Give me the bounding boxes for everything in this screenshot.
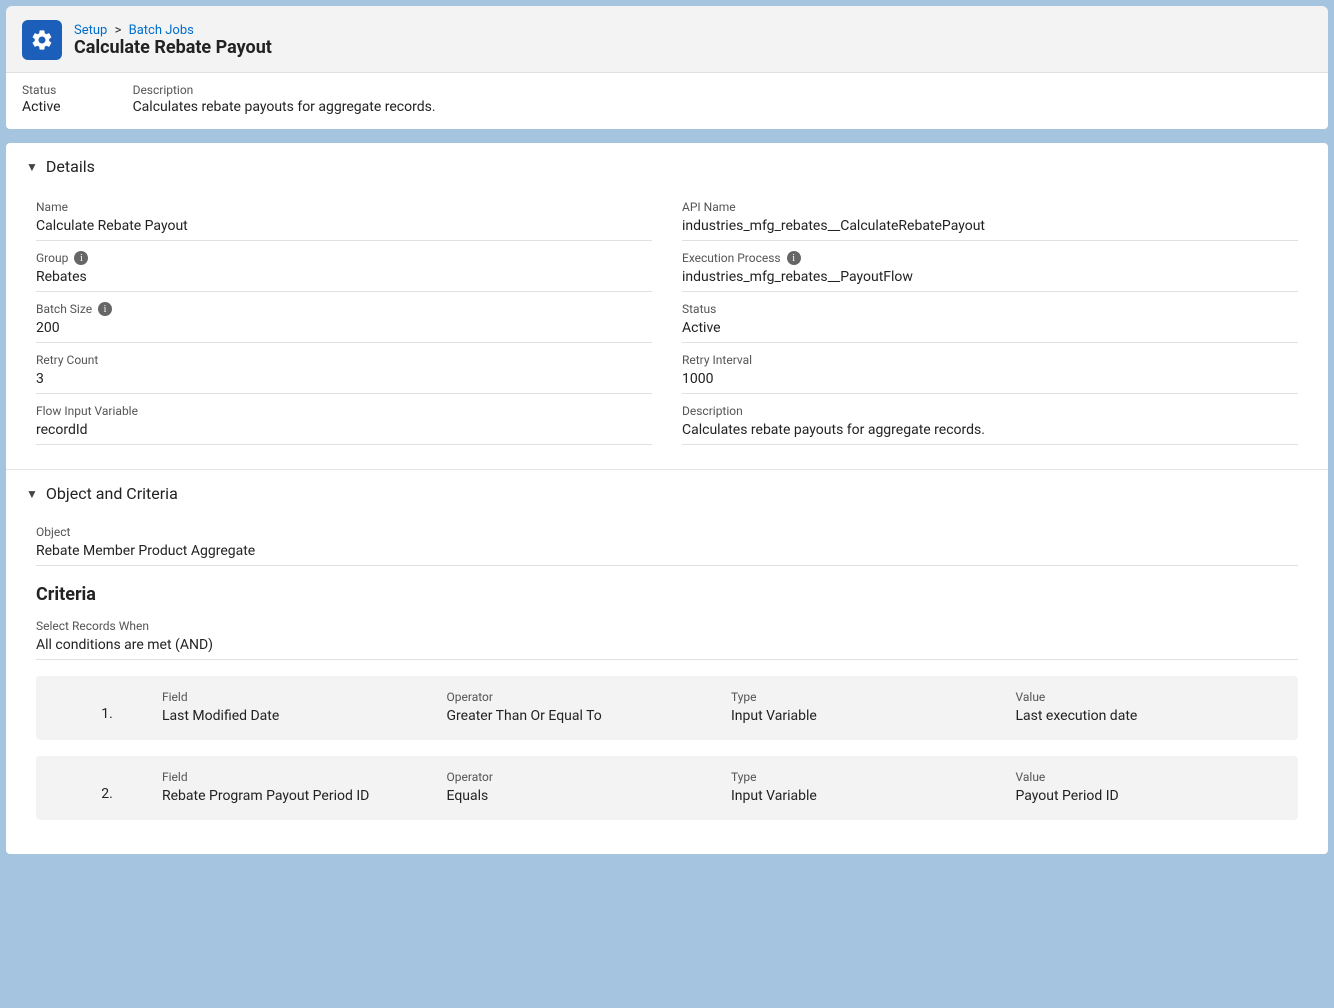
field-object-value: Rebate Member Product Aggregate	[36, 543, 1298, 559]
details-card: ▼ Details Name Calculate Rebate Payout A…	[6, 143, 1328, 854]
criteria-cell-operator: Operator Greater Than Or Equal To	[447, 690, 714, 724]
field-select-records-when: Select Records When All conditions are m…	[36, 609, 1298, 660]
criteria-cell-type: Type Input Variable	[731, 690, 998, 724]
field-api-name-label: API Name	[682, 200, 1298, 214]
field-status: Status Active	[682, 292, 1298, 343]
field-retry-interval: Retry Interval 1000	[682, 343, 1298, 394]
field-api-name-value: industries_mfg_rebates__CalculateRebateP…	[682, 218, 1298, 234]
info-icon[interactable]: i	[787, 251, 801, 265]
field-retry-interval-value: 1000	[682, 371, 1298, 387]
field-retry-count: Retry Count 3	[36, 343, 652, 394]
field-object-label: Object	[36, 525, 1298, 539]
field-name-value: Calculate Rebate Payout	[36, 218, 652, 234]
criteria-cell-field: Field Last Modified Date	[162, 690, 429, 724]
info-icon[interactable]: i	[98, 302, 112, 316]
field-status-label: Status	[682, 302, 1298, 316]
field-batch-size-value: 200	[36, 320, 652, 336]
summary-description-label: Description	[133, 83, 436, 97]
field-execution-process: Execution Process i industries_mfg_rebat…	[682, 241, 1298, 292]
field-description: Description Calculates rebate payouts fo…	[682, 394, 1298, 445]
field-description-value: Calculates rebate payouts for aggregate …	[682, 422, 1298, 438]
criteria-cell-value: Value Payout Period ID	[1016, 770, 1283, 804]
field-name-label: Name	[36, 200, 652, 214]
criteria-cell-field: Field Rebate Program Payout Period ID	[162, 770, 429, 804]
field-group-label: Group	[36, 251, 68, 265]
field-execution-process-label: Execution Process	[682, 251, 781, 265]
criteria-index: 2.	[52, 770, 162, 802]
criteria-row: 1. Field Last Modified Date Operator Gre…	[36, 676, 1298, 740]
field-batch-size-label: Batch Size	[36, 302, 92, 316]
summary-status-value: Active	[22, 99, 61, 115]
page-title: Calculate Rebate Payout	[74, 37, 272, 58]
chevron-down-icon: ▼	[26, 487, 38, 501]
field-flow-input-value: recordId	[36, 422, 652, 438]
field-select-records-when-value: All conditions are met (AND)	[36, 637, 1298, 653]
criteria-cell-type: Type Input Variable	[731, 770, 998, 804]
details-section-header[interactable]: ▼ Details	[6, 143, 1328, 182]
criteria-cell-operator: Operator Equals	[447, 770, 714, 804]
object-criteria-section-header[interactable]: ▼ Object and Criteria	[6, 470, 1328, 509]
breadcrumb-setup[interactable]: Setup	[74, 23, 107, 38]
criteria-row: 2. Field Rebate Program Payout Period ID…	[36, 756, 1298, 820]
field-batch-size: Batch Size i 200	[36, 292, 652, 343]
summary-description: Description Calculates rebate payouts fo…	[133, 83, 436, 115]
breadcrumb-batch-jobs[interactable]: Batch Jobs	[129, 23, 194, 38]
field-group-value: Rebates	[36, 269, 652, 285]
field-flow-input-label: Flow Input Variable	[36, 404, 652, 418]
field-retry-count-value: 3	[36, 371, 652, 387]
details-section-title: Details	[46, 157, 95, 176]
field-description-label: Description	[682, 404, 1298, 418]
chevron-down-icon: ▼	[26, 160, 38, 174]
field-object: Object Rebate Member Product Aggregate	[36, 515, 1298, 566]
field-execution-process-value: industries_mfg_rebates__PayoutFlow	[682, 269, 1298, 285]
criteria-index: 1.	[52, 690, 162, 722]
info-icon[interactable]: i	[74, 251, 88, 265]
field-retry-interval-label: Retry Interval	[682, 353, 1298, 367]
object-criteria-section-title: Object and Criteria	[46, 484, 178, 503]
field-retry-count-label: Retry Count	[36, 353, 652, 367]
page-header: Setup > Batch Jobs Calculate Rebate Payo…	[6, 6, 1328, 73]
summary-status-label: Status	[22, 83, 61, 97]
field-flow-input: Flow Input Variable recordId	[36, 394, 652, 445]
gear-icon	[22, 20, 62, 60]
summary-status: Status Active	[22, 83, 61, 115]
breadcrumb: Setup > Batch Jobs	[74, 23, 272, 38]
field-select-records-when-label: Select Records When	[36, 619, 1298, 633]
field-status-value: Active	[682, 320, 1298, 336]
summary-bar: Status Active Description Calculates reb…	[6, 73, 1328, 129]
summary-description-value: Calculates rebate payouts for aggregate …	[133, 99, 436, 115]
field-group: Group i Rebates	[36, 241, 652, 292]
field-api-name: API Name industries_mfg_rebates__Calcula…	[682, 190, 1298, 241]
field-name: Name Calculate Rebate Payout	[36, 190, 652, 241]
criteria-cell-value: Value Last execution date	[1016, 690, 1283, 724]
criteria-title: Criteria	[36, 584, 1298, 605]
